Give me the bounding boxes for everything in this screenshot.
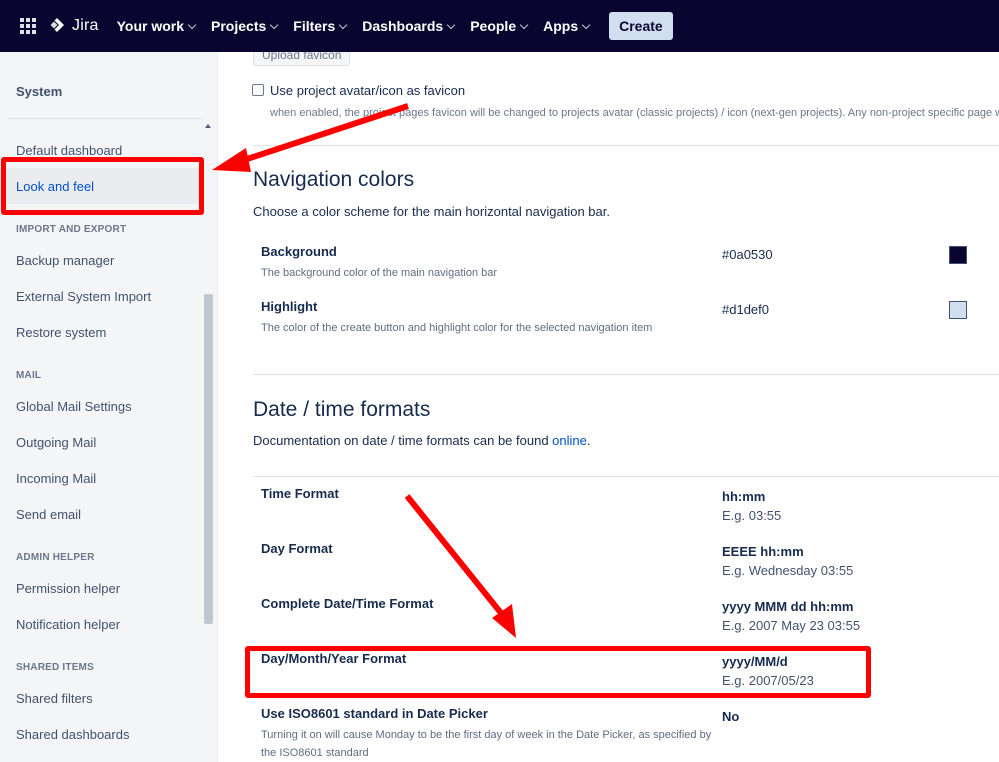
- day-format-value: EEEE hh:mm: [722, 544, 804, 559]
- background-color-description: The background color of the main navigat…: [261, 267, 498, 279]
- sidebar-item-label: Send email: [16, 506, 82, 522]
- day-format-example: E.g. Wednesday 03:55: [722, 563, 854, 578]
- upload-favicon-button[interactable]: Upload favicon: [253, 52, 351, 66]
- sidebar-item-label: Shared filters: [16, 690, 93, 706]
- sidebar-item-default-dashboard[interactable]: Default dashboard: [0, 132, 200, 168]
- sidebar-item-label: Backup manager: [16, 252, 115, 268]
- time-format-value: hh:mm: [722, 489, 766, 504]
- sidebar-item-label: Global Mail Settings: [16, 398, 132, 414]
- chevron-down-icon: [519, 20, 529, 29]
- top-navigation-bar: Jira Your work Projects Filters Dashboar…: [0, 0, 999, 52]
- navigation-colors-title: Navigation colors: [253, 168, 415, 191]
- description-suffix: .: [586, 433, 591, 448]
- day-month-year-format-value: yyyy/MM/d: [722, 654, 788, 669]
- sidebar-scrollbar-thumb[interactable]: [204, 294, 213, 624]
- app-switcher-icon[interactable]: [18, 16, 38, 36]
- chevron-down-icon: [581, 20, 591, 29]
- iso8601-label: Use ISO8601 standard in Date Picker: [261, 706, 488, 721]
- admin-sidebar: System Default dashboard Look and feel I…: [0, 52, 218, 762]
- sidebar-heading-shared-items: SHARED ITEMS: [16, 662, 94, 673]
- online-documentation-link[interactable]: online: [552, 433, 587, 448]
- highlight-color-swatch[interactable]: [949, 301, 967, 319]
- sidebar-item-label: Outgoing Mail: [16, 434, 97, 450]
- sidebar-item-label: Default dashboard: [16, 142, 123, 158]
- sidebar-item-outgoing-mail[interactable]: Outgoing Mail: [0, 424, 200, 460]
- nav-filters-label: Filters: [293, 18, 336, 34]
- sidebar-item-label: External System Import: [16, 288, 152, 304]
- jira-logo[interactable]: Jira: [48, 17, 99, 35]
- background-color-value: #0a0530: [722, 247, 773, 262]
- sidebar-item-label: Look and feel: [16, 178, 95, 194]
- logo-text: Jira: [72, 17, 99, 34]
- sidebar-title: System: [16, 84, 63, 99]
- highlight-color-description: The color of the create button and highl…: [261, 322, 653, 334]
- complete-date-time-format-label: Complete Date/Time Format: [261, 596, 434, 611]
- chevron-down-icon: [446, 20, 456, 29]
- nav-apps-label: Apps: [543, 18, 579, 34]
- favicon-checkbox[interactable]: [252, 84, 264, 96]
- sidebar-item-label: Permission helper: [16, 580, 121, 596]
- chevron-down-icon: [339, 20, 348, 29]
- chevron-down-icon: [270, 20, 279, 29]
- highlight-color-label: Highlight: [261, 299, 318, 314]
- sidebar-item-incoming-mail[interactable]: Incoming Mail: [0, 460, 200, 496]
- date-time-formats-title: Date / time formats: [253, 398, 431, 421]
- day-month-year-format-label: Day/Month/Year Format: [261, 651, 407, 666]
- favicon-description: when enabled, the project pages favicon …: [270, 107, 999, 119]
- sidebar-heading-import-export: IMPORT AND EXPORT: [16, 224, 127, 235]
- nav-your-work-label: Your work: [116, 18, 185, 34]
- complete-date-time-format-example: E.g. 2007 May 23 03:55: [722, 618, 861, 633]
- sidebar-heading-admin-helper: ADMIN HELPER: [16, 552, 95, 563]
- section-divider: [253, 476, 999, 477]
- section-divider: [253, 145, 999, 146]
- sidebar-item-permission-helper[interactable]: Permission helper: [0, 570, 200, 606]
- sidebar-item-shared-filters[interactable]: Shared filters: [0, 680, 200, 716]
- scroll-up-arrow-icon[interactable]: [205, 124, 211, 128]
- nav-filters[interactable]: Filters: [293, 18, 348, 34]
- date-time-formats-description: Documentation on date / time formats can…: [253, 433, 591, 448]
- nav-dashboards[interactable]: Dashboards: [362, 18, 456, 34]
- create-button[interactable]: Create: [609, 12, 673, 40]
- sidebar-item-shared-dashboards[interactable]: Shared dashboards: [0, 716, 200, 752]
- sidebar-divider: [8, 118, 201, 119]
- chevron-down-icon: [187, 20, 197, 29]
- main-content: Upload favicon Use project avatar/icon a…: [219, 52, 999, 762]
- jira-logo-icon: [50, 18, 64, 32]
- nav-dashboards-label: Dashboards: [362, 18, 444, 34]
- sidebar-item-external-system-import[interactable]: External System Import: [0, 278, 200, 314]
- nav-apps[interactable]: Apps: [543, 18, 591, 34]
- navigation-colors-description: Choose a color scheme for the main horiz…: [253, 204, 610, 219]
- sidebar-item-notification-helper[interactable]: Notification helper: [0, 606, 200, 642]
- nav-your-work[interactable]: Your work: [116, 18, 197, 34]
- nav-projects-label: Projects: [211, 18, 267, 34]
- sidebar-item-look-and-feel[interactable]: Look and feel: [0, 168, 200, 204]
- background-color-label: Background: [261, 244, 337, 259]
- day-month-year-format-example: E.g. 2007/05/23: [722, 673, 814, 688]
- nav-people[interactable]: People: [470, 18, 529, 34]
- iso8601-value: No: [722, 709, 740, 724]
- sidebar-item-backup-manager[interactable]: Backup manager: [0, 242, 200, 278]
- favicon-checkbox-label: Use project avatar/icon as favicon: [270, 83, 466, 98]
- sidebar-item-global-mail-settings[interactable]: Global Mail Settings: [0, 388, 200, 424]
- sidebar-item-label: Shared dashboards: [16, 726, 130, 742]
- nav-people-label: People: [470, 18, 517, 34]
- highlight-color-value: #d1def0: [722, 302, 769, 317]
- day-format-label: Day Format: [261, 541, 333, 556]
- sidebar-item-send-email[interactable]: Send email: [0, 496, 200, 532]
- time-format-example: E.g. 03:55: [722, 508, 782, 523]
- complete-date-time-format-value: yyyy MMM dd hh:mm: [722, 599, 854, 614]
- iso8601-description: Turning it on will cause Monday to be th…: [261, 729, 712, 759]
- section-divider: [253, 374, 999, 375]
- sidebar-heading-mail: MAIL: [16, 370, 42, 381]
- sidebar-item-label: Restore system: [16, 324, 107, 340]
- sidebar-item-label: Incoming Mail: [16, 470, 97, 486]
- sidebar-item-label: Notification helper: [16, 616, 121, 632]
- background-color-swatch[interactable]: [949, 246, 967, 264]
- description-text: Documentation on date / time formats can…: [253, 433, 553, 448]
- nav-projects[interactable]: Projects: [211, 18, 279, 34]
- sidebar-item-restore-system[interactable]: Restore system: [0, 314, 200, 350]
- time-format-label: Time Format: [261, 486, 339, 501]
